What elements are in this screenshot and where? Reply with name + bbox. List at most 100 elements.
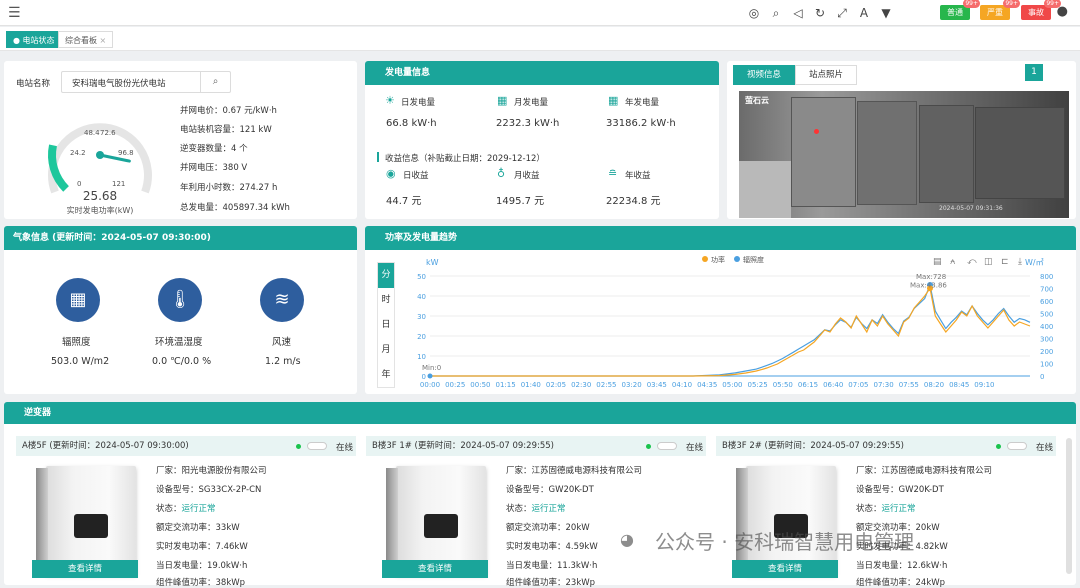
station-name-select[interactable]: 安科瑞电气股份光伏电站 ⌕: [61, 71, 231, 93]
view-details-button[interactable]: 查看详情: [382, 560, 488, 578]
inverter-count: 逆变器数量：4 个: [180, 144, 248, 154]
grid-voltage: 并网电压：380 V: [180, 163, 248, 173]
mute-icon[interactable]: ◁: [790, 5, 806, 21]
bar-icon[interactable]: ⊏: [1001, 257, 1009, 267]
online-toggle[interactable]: [657, 442, 677, 450]
irradiance-label: 辐照度: [62, 337, 91, 348]
year-gen-value: 33186.2 kW·h: [606, 118, 676, 129]
x-tick: 05:25: [748, 381, 768, 389]
month-gen-value: 2232.3 kW·h: [496, 118, 560, 129]
y-right-tick: 500: [1040, 311, 1053, 319]
gauge-tick: 96.8: [118, 149, 134, 157]
tab-video[interactable]: 视频信息: [733, 65, 795, 85]
view-details-label: 查看详情: [417, 564, 452, 574]
line-icon[interactable]: ◫: [984, 257, 993, 267]
zoom-icon[interactable]: ▤: [933, 257, 942, 267]
annual-hours: 年利用小时数：274.27 h: [180, 183, 278, 193]
generation-panel: 发电量信息 ☀ 日发电量 66.8 kW·h ▦ 月发电量 2232.3 kW·…: [365, 61, 719, 219]
period-day[interactable]: 日: [378, 313, 394, 338]
status-label: 状态：: [506, 504, 532, 514]
restore-icon[interactable]: ⤺: [967, 257, 977, 267]
area-zoom-icon[interactable]: ⍲: [950, 257, 956, 267]
gauge-tick: 0: [77, 180, 81, 188]
income-title: 收益信息（补贴截止日期：2029-12-12）: [385, 154, 545, 164]
sun-icon: ☀: [385, 94, 395, 107]
view-details-label: 查看详情: [767, 564, 802, 574]
menu-icon[interactable]: ☰: [8, 6, 21, 20]
x-tick: 04:10: [672, 381, 692, 389]
y-right-tick: 400: [1040, 323, 1053, 331]
x-tick: 00:25: [445, 381, 465, 389]
top-bar: ☰ ◎ ⌕ ◁ ↻ ⤢ A ▼ 普通 99+ 严重 99+ 事故 99+ ●: [0, 0, 1080, 26]
installed-capacity: 电站装机容量：121 kW: [180, 125, 272, 135]
alert-serious-count: 99+: [1003, 0, 1020, 8]
download-icon[interactable]: ⤓: [1018, 257, 1022, 267]
status-label: 状态：: [156, 504, 182, 514]
inverter-image: [386, 466, 486, 574]
status-row: 状态：运行正常: [506, 502, 566, 514]
alert-normal-badge[interactable]: 普通 99+: [940, 0, 980, 20]
gauge-tick: 72.6: [100, 129, 116, 137]
search-icon[interactable]: ⌕: [200, 72, 230, 92]
alert-accident-badge[interactable]: 事故 99+: [1021, 0, 1061, 20]
view-details-button[interactable]: 查看详情: [32, 560, 138, 578]
online-toggle[interactable]: [1007, 442, 1027, 450]
inverter-card-title: A楼5F (更新时间：2024-05-07 09:30:00): [22, 441, 189, 451]
inverter-card-header: B楼3F 1# (更新时间：2024-05-07 09:29:55): [366, 436, 706, 456]
font-size-icon[interactable]: A: [856, 5, 872, 21]
period-hour[interactable]: 时: [378, 288, 394, 313]
camera-feed[interactable]: 萤石云 2024-05-07 09:31:36: [739, 91, 1069, 218]
x-tick: 05:50: [773, 381, 793, 389]
tab-photos[interactable]: 站点照片: [795, 65, 857, 85]
device-model: 设备型号：SG33CX-2P-CN: [156, 485, 262, 495]
max-power-label: Max:43.86: [910, 281, 947, 289]
calendar-icon: ▦: [497, 94, 508, 107]
online-dot: [646, 444, 651, 449]
close-icon[interactable]: ×: [100, 36, 107, 45]
inverter-card: B楼3F 2# (更新时间：2024-05-07 09:29:55) 在线 查看详情…: [716, 436, 1056, 588]
tab-dashboard[interactable]: 综合看板 ×: [58, 31, 114, 48]
period-selector: 分 时 日 月 年: [377, 262, 395, 388]
theme-shirt-icon[interactable]: ▼: [878, 5, 894, 21]
month-income-label: 月收益: [514, 171, 540, 181]
legend-irradiance-label: 辐照度: [743, 255, 764, 264]
toolbar-icons: ◎ ⌕ ◁ ↻ ⤢ A ▼: [746, 5, 894, 21]
period-month[interactable]: 月: [378, 338, 394, 363]
x-tick: 04:35: [697, 381, 717, 389]
page-number-button[interactable]: 1: [1025, 64, 1043, 81]
online-dot: [996, 444, 1001, 449]
search-icon[interactable]: ⌕: [768, 5, 784, 21]
x-tick: 07:55: [899, 381, 919, 389]
rated-power: 额定交流功率：33kW: [156, 523, 240, 533]
station-panel: 电站名称 安科瑞电气股份光伏电站 ⌕ 0 24.2 48.4 72.6 96.8…: [4, 61, 357, 219]
gauge-value: 25.68: [83, 189, 117, 203]
alert-serious-badge[interactable]: 严重 99+: [980, 0, 1020, 20]
y-left-tick: 50: [417, 273, 426, 281]
help-icon[interactable]: ◎: [746, 5, 762, 21]
online-toggle[interactable]: [307, 442, 327, 450]
inverter-display: [74, 514, 108, 538]
wind-label: 风速: [272, 337, 292, 348]
x-tick: 02:55: [596, 381, 616, 389]
camera-logo: 萤石云: [745, 96, 769, 105]
x-tick: 07:05: [848, 381, 868, 389]
tab-dashboard-label: 综合看板: [65, 36, 97, 45]
period-minute[interactable]: 分: [378, 263, 394, 288]
tab-video-label: 视频信息: [746, 70, 781, 80]
inverter-card-title: B楼3F 2# (更新时间：2024-05-07 09:29:55): [722, 441, 904, 451]
camera-timestamp: 2024-05-07 09:31:36: [939, 205, 1003, 212]
view-details-button[interactable]: 查看详情: [732, 560, 838, 578]
refresh-icon[interactable]: ↻: [812, 5, 828, 21]
status-badge: 运行正常: [181, 504, 216, 514]
scrollbar[interactable]: [1066, 438, 1072, 574]
fullscreen-icon[interactable]: ⤢: [834, 5, 850, 21]
min-point: [427, 373, 433, 379]
daily-generation: 当日发电量：11.3kW·h: [506, 561, 598, 571]
user-icon[interactable]: ●: [1057, 4, 1068, 19]
period-year[interactable]: 年: [378, 363, 394, 388]
tab-station-status[interactable]: ● 电站状态: [6, 31, 62, 48]
rated-power: 额定交流功率：20kW: [506, 523, 590, 533]
realtime-power: 实时发电功率：4.59kW: [506, 542, 598, 552]
tab-photos-label: 站点照片: [808, 70, 843, 80]
inverter-card-header: A楼5F (更新时间：2024-05-07 09:30:00): [16, 436, 356, 456]
